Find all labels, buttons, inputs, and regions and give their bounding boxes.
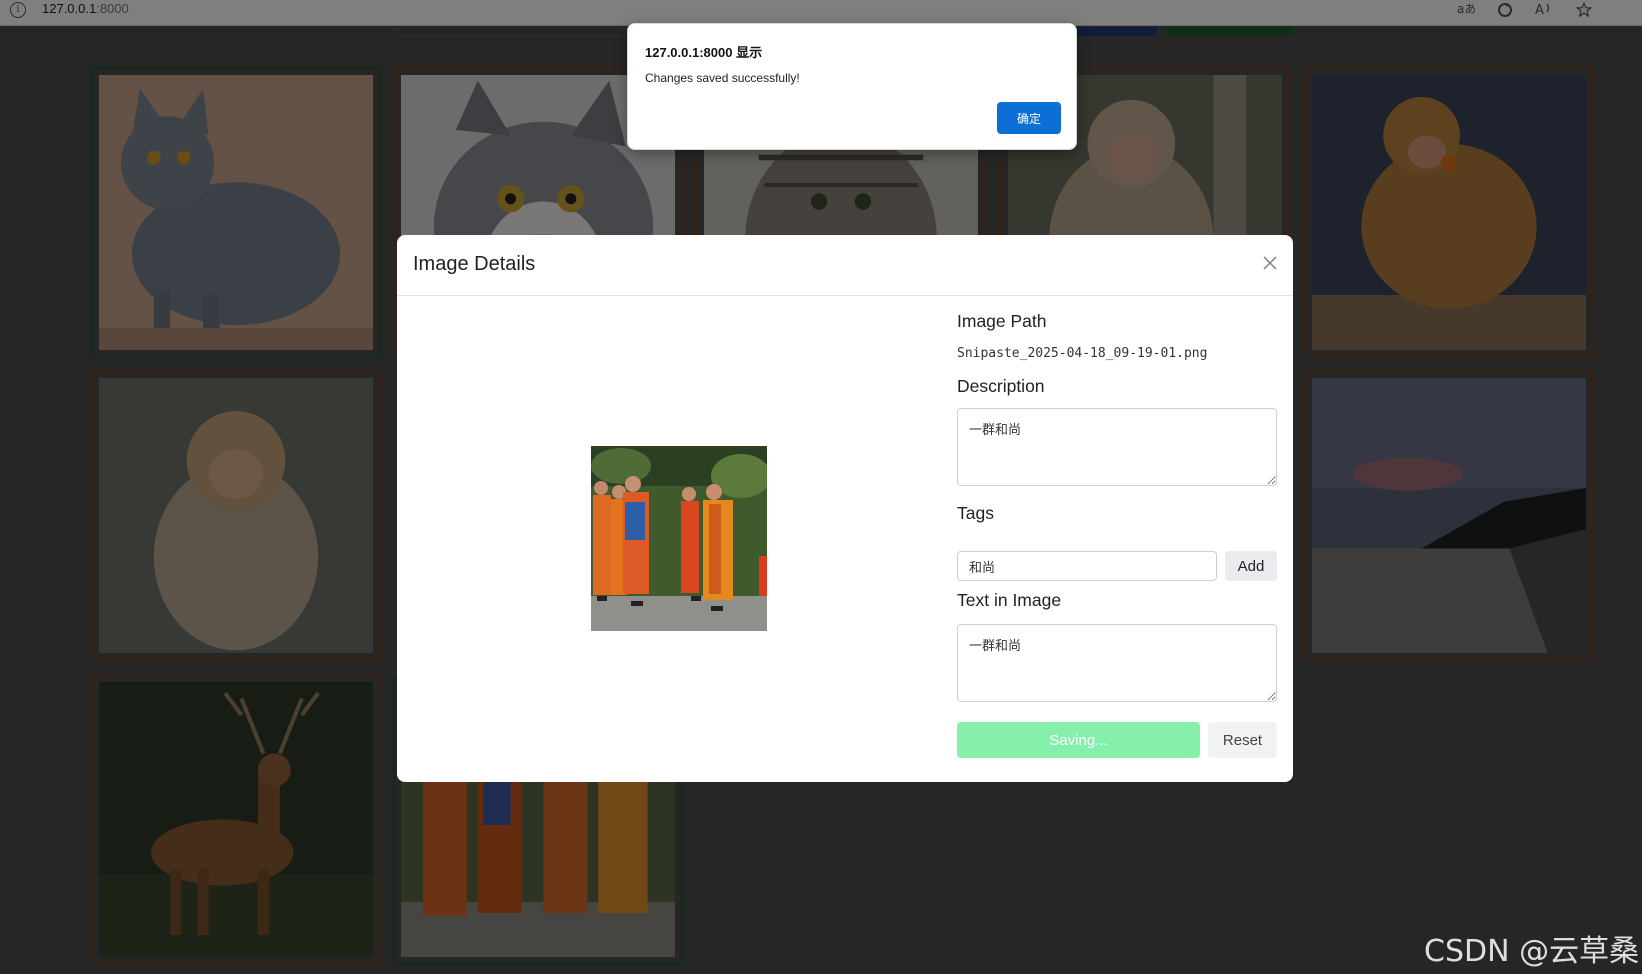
save-button[interactable]: Saving... (957, 722, 1200, 758)
add-tag-button[interactable]: Add (1225, 551, 1277, 581)
watermark: CSDN @云草桑 (1424, 934, 1640, 969)
image-path-label: Image Path (957, 311, 1047, 331)
alert-dialog: 127.0.0.1:8000 显示 Changes saved successf… (627, 23, 1077, 150)
modal-title: Image Details (413, 253, 536, 275)
description-label: Description (957, 376, 1045, 396)
alert-message: Changes saved successfully! (645, 71, 800, 85)
alert-title: 127.0.0.1:8000 显示 (645, 45, 763, 60)
image-path-value: Snipaste_2025-04-18_09-19-01.png (957, 346, 1208, 361)
tags-label: Tags (957, 503, 994, 523)
description-textarea[interactable]: 一群和尚 (957, 408, 1277, 486)
modal-header: Image Details (397, 235, 1293, 296)
text-in-image-textarea[interactable]: 一群和尚 (957, 624, 1277, 702)
image-details-modal: Image Details Image Path Snipaste_2025-0… (397, 235, 1293, 782)
text-in-image-label: Text in Image (957, 590, 1062, 610)
reset-button[interactable]: Reset (1208, 722, 1277, 758)
image-preview (591, 446, 767, 631)
alert-ok-button[interactable]: 确定 (997, 102, 1061, 134)
close-icon[interactable] (1261, 255, 1279, 273)
tag-input[interactable] (957, 551, 1217, 581)
